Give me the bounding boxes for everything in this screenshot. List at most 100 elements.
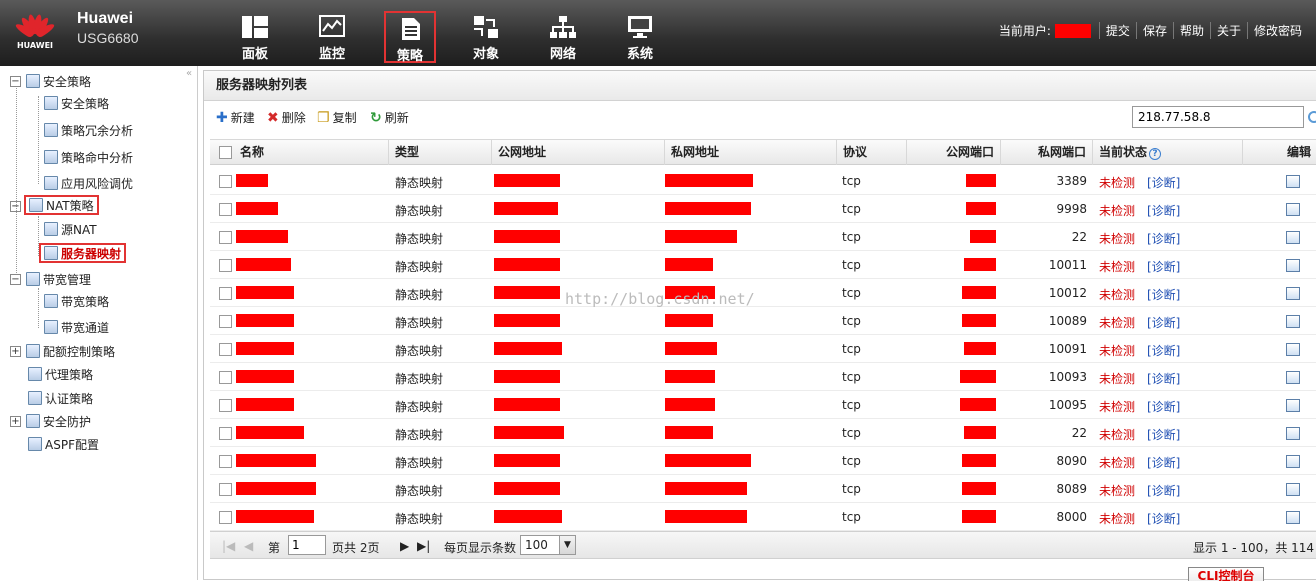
change-password-link[interactable]: 修改密码: [1246, 22, 1308, 39]
edit-icon[interactable]: [1286, 455, 1300, 468]
nav-policy[interactable]: 策略: [384, 11, 436, 64]
col-type[interactable]: 类型: [389, 140, 492, 165]
col-private-address[interactable]: 私网地址: [665, 140, 837, 165]
help-link[interactable]: 帮助: [1172, 22, 1210, 39]
nav-monitor[interactable]: 监控: [306, 11, 358, 63]
row-checkbox[interactable]: [219, 259, 232, 272]
nav-system[interactable]: 系统: [614, 11, 666, 63]
table-row[interactable]: 静态映射 tcp 10089 未检测 [诊断]: [210, 307, 1316, 335]
col-private-port[interactable]: 私网端口: [1001, 140, 1093, 165]
row-checkbox[interactable]: [219, 203, 232, 216]
table-row[interactable]: 静态映射 tcp 10093 未检测 [诊断]: [210, 363, 1316, 391]
tree-source-nat[interactable]: 源NAT: [44, 219, 97, 239]
row-checkbox[interactable]: [219, 427, 232, 440]
diagnose-link[interactable]: [诊断]: [1147, 454, 1180, 471]
edit-icon[interactable]: [1286, 511, 1300, 524]
new-button[interactable]: ✚ 新建: [216, 109, 255, 126]
tree-auth-policy[interactable]: 认证策略: [28, 388, 93, 408]
edit-icon[interactable]: [1286, 343, 1300, 356]
row-checkbox[interactable]: [219, 371, 232, 384]
last-page-icon[interactable]: ▶|: [417, 539, 430, 553]
tree-aspf-config[interactable]: ASPF配置: [28, 434, 99, 454]
edit-icon[interactable]: [1286, 399, 1300, 412]
nav-dashboard[interactable]: 面板: [229, 11, 281, 63]
table-row[interactable]: 静态映射 tcp 9998 未检测 [诊断]: [210, 195, 1316, 223]
collapse-icon[interactable]: −: [10, 75, 21, 87]
table-row[interactable]: 静态映射 tcp 8089 未检测 [诊断]: [210, 475, 1316, 503]
diagnose-link[interactable]: [诊断]: [1147, 314, 1180, 331]
table-row[interactable]: 静态映射 tcp 10011 未检测 [诊断]: [210, 251, 1316, 279]
diagnose-link[interactable]: [诊断]: [1147, 230, 1180, 247]
tree-app-risk[interactable]: 应用风险调优: [44, 173, 133, 193]
tree-bandwidth-group[interactable]: − 带宽管理: [10, 269, 91, 289]
table-row[interactable]: 静态映射 tcp 10095 未检测 [诊断]: [210, 391, 1316, 419]
diagnose-link[interactable]: [诊断]: [1147, 426, 1180, 443]
row-checkbox[interactable]: [219, 175, 232, 188]
table-row[interactable]: 静态映射 tcp 3389 未检测 [诊断]: [210, 167, 1316, 195]
diagnose-link[interactable]: [诊断]: [1147, 202, 1180, 219]
delete-button[interactable]: ✖ 删除: [267, 109, 306, 126]
table-row[interactable]: 静态映射 tcp 8090 未检测 [诊断]: [210, 447, 1316, 475]
diagnose-link[interactable]: [诊断]: [1147, 482, 1180, 499]
per-page-select[interactable]: 100 ▼: [520, 535, 576, 555]
edit-icon[interactable]: [1286, 483, 1300, 496]
tree-policy-redundancy[interactable]: 策略冗余分析: [44, 120, 133, 140]
table-row[interactable]: 静态映射 tcp 22 未检测 [诊断]: [210, 223, 1316, 251]
diagnose-link[interactable]: [诊断]: [1147, 174, 1180, 191]
tree-bandwidth-channel[interactable]: 带宽通道: [44, 317, 109, 337]
copy-button[interactable]: ❐ 复制: [317, 109, 357, 126]
collapse-icon[interactable]: −: [10, 273, 21, 285]
expand-icon[interactable]: +: [10, 415, 21, 427]
diagnose-link[interactable]: [诊断]: [1147, 286, 1180, 303]
table-row[interactable]: 静态映射 tcp 10012 未检测 [诊断]: [210, 279, 1316, 307]
row-checkbox[interactable]: [219, 231, 232, 244]
edit-icon[interactable]: [1286, 259, 1300, 272]
row-checkbox[interactable]: [219, 399, 232, 412]
tree-proxy-policy[interactable]: 代理策略: [28, 364, 93, 384]
col-public-address[interactable]: 公网地址: [492, 140, 665, 165]
next-page-icon[interactable]: ▶: [400, 539, 409, 553]
tree-bandwidth-policy[interactable]: 带宽策略: [44, 291, 109, 311]
prev-page-icon[interactable]: ◀: [244, 539, 253, 553]
tree-quota-policy[interactable]: + 配额控制策略: [10, 341, 115, 361]
collapse-sidebar-icon[interactable]: «: [186, 68, 192, 79]
edit-icon[interactable]: [1286, 315, 1300, 328]
search-input[interactable]: [1132, 106, 1304, 128]
tree-server-mapping[interactable]: 服务器映射: [39, 243, 127, 263]
table-row[interactable]: 静态映射 tcp 10091 未检测 [诊断]: [210, 335, 1316, 363]
search-icon[interactable]: [1308, 111, 1316, 123]
save-link[interactable]: 保存: [1135, 22, 1173, 39]
col-public-port[interactable]: 公网端口: [907, 140, 1001, 165]
tree-security-protection[interactable]: + 安全防护: [10, 411, 91, 431]
edit-icon[interactable]: [1286, 287, 1300, 300]
collapse-icon[interactable]: −: [10, 201, 21, 212]
row-checkbox[interactable]: [219, 455, 232, 468]
edit-icon[interactable]: [1286, 203, 1300, 216]
table-row[interactable]: 静态映射 tcp 8000 未检测 [诊断]: [210, 503, 1316, 531]
first-page-icon[interactable]: |◀: [222, 539, 235, 553]
diagnose-link[interactable]: [诊断]: [1147, 370, 1180, 387]
edit-icon[interactable]: [1286, 427, 1300, 440]
nav-objects[interactable]: 对象: [460, 11, 512, 63]
submit-link[interactable]: 提交: [1098, 22, 1136, 39]
row-checkbox[interactable]: [219, 483, 232, 496]
diagnose-link[interactable]: [诊断]: [1147, 258, 1180, 275]
tree-nat-policy-group[interactable]: NAT策略: [24, 195, 99, 215]
row-checkbox[interactable]: [219, 343, 232, 356]
tree-policy-hit[interactable]: 策略命中分析: [44, 147, 133, 167]
expand-icon[interactable]: +: [10, 345, 21, 357]
nav-network[interactable]: 网络: [537, 11, 589, 63]
tree-security-policy[interactable]: 安全策略: [44, 93, 109, 113]
tree-security-policy-group[interactable]: − 安全策略: [10, 71, 91, 91]
refresh-button[interactable]: ↻ 刷新: [370, 109, 409, 126]
col-status[interactable]: 当前状态?: [1093, 140, 1243, 165]
diagnose-link[interactable]: [诊断]: [1147, 342, 1180, 359]
select-all-checkbox[interactable]: [219, 146, 232, 159]
help-icon[interactable]: ?: [1149, 148, 1162, 160]
diagnose-link[interactable]: [诊断]: [1147, 510, 1180, 527]
page-number-input[interactable]: [288, 535, 326, 555]
col-name[interactable]: 名称: [234, 140, 389, 165]
row-checkbox[interactable]: [219, 315, 232, 328]
about-link[interactable]: 关于: [1209, 22, 1247, 39]
row-checkbox[interactable]: [219, 287, 232, 300]
